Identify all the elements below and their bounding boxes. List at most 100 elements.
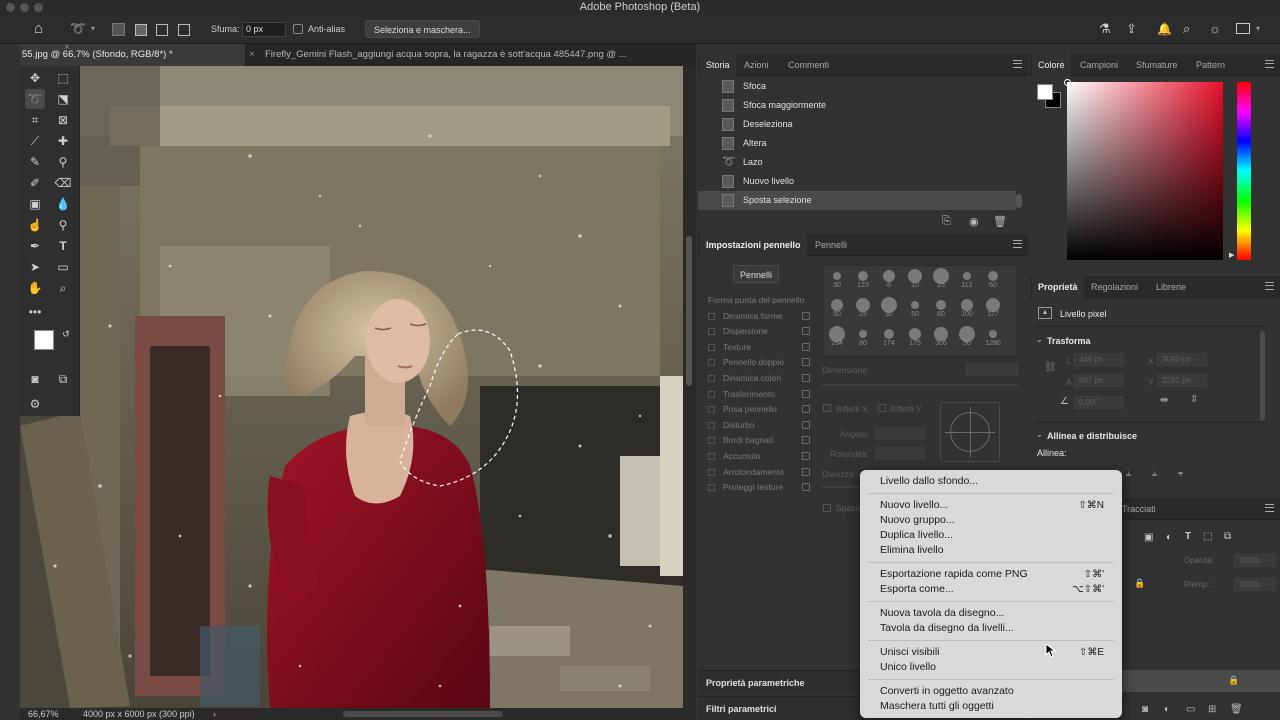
tab-comments[interactable]: Commenti <box>782 54 835 76</box>
brush-tip-preset[interactable] <box>988 271 998 281</box>
gradient-tool-icon[interactable]: ▣ <box>25 194 45 214</box>
close-tab-icon[interactable]: × <box>64 42 70 53</box>
lock-icon[interactable]: 🔒 <box>1228 675 1239 686</box>
brush-tip-shape-option[interactable]: Forma punta del pennello <box>706 293 810 308</box>
horizontal-scroll-thumb[interactable] <box>343 711 503 717</box>
tab-history[interactable]: Storia <box>700 54 736 76</box>
tab-gradients[interactable]: Sfumature <box>1130 54 1184 76</box>
smart-object-filter-icon[interactable]: ⧉ <box>1224 531 1231 542</box>
search-icon[interactable]: ⌕ <box>1183 14 1190 44</box>
workspace-icon[interactable] <box>1236 23 1250 34</box>
rectangle-tool-icon[interactable]: ▭ <box>53 257 73 277</box>
hue-slider-handle[interactable]: ▶ <box>1229 251 1234 259</box>
close-tab-icon[interactable]: × <box>249 49 255 60</box>
brush-tip-preset[interactable] <box>883 270 895 282</box>
option-checkbox[interactable] <box>708 359 715 367</box>
align-icon[interactable]: ⫨ <box>1152 468 1157 479</box>
new-document-from-state-icon[interactable]: ⎘ <box>942 215 951 228</box>
tab-paths[interactable]: Tracciati <box>1116 498 1162 520</box>
menu-item[interactable]: Tavola da disegno da livelli... <box>880 621 1110 636</box>
lock-icon[interactable] <box>802 389 810 398</box>
history-scroll-thumb[interactable] <box>1016 194 1022 208</box>
brush-setting-option[interactable]: Dispersione <box>706 324 810 339</box>
generative-tool-icon[interactable]: ⚙ <box>25 394 45 414</box>
history-item[interactable]: ➰ Lazo <box>698 153 1016 172</box>
angle-input[interactable]: 0,00° <box>1074 396 1124 409</box>
align-icon[interactable]: ⫧ <box>1178 468 1183 479</box>
new-layer-icon[interactable]: ⊞ <box>1208 704 1216 715</box>
background-layer-row[interactable]: 🔒 <box>1120 670 1280 692</box>
menu-item[interactable]: Elimina livello <box>880 543 1110 558</box>
foreground-color-swatch[interactable] <box>1037 84 1053 100</box>
menu-item[interactable]: Duplica livello... <box>880 528 1110 543</box>
spot-healing-tool-icon[interactable]: ✚ <box>53 131 73 151</box>
option-checkbox[interactable] <box>708 390 715 398</box>
tab-properties[interactable]: Proprietà <box>1032 276 1084 298</box>
color-picker-field[interactable] <box>1067 82 1223 260</box>
brush-tip-preset[interactable] <box>833 272 841 280</box>
brush-setting-option[interactable]: Disturbo <box>706 418 810 433</box>
stamp-tool-icon[interactable]: ⚲ <box>53 152 73 172</box>
color-picker-cursor[interactable] <box>1064 79 1071 86</box>
menu-item[interactable]: Maschera tutti gli oggetti <box>880 699 1110 714</box>
flip-horizontal-icon[interactable]: ⇹ <box>1160 395 1168 406</box>
tab-libraries[interactable]: Librerie <box>1150 276 1192 298</box>
feather-input[interactable]: 0 px <box>242 22 286 37</box>
tab-adjustments[interactable]: Regolazioni <box>1085 276 1144 298</box>
flip-y-checkbox[interactable] <box>878 404 886 412</box>
spacing-checkbox[interactable] <box>823 504 831 512</box>
roundness-input[interactable] <box>875 447 925 460</box>
tab-actions[interactable]: Azioni <box>738 54 775 76</box>
select-and-mask-button[interactable]: Seleziona e maschera... <box>365 20 480 38</box>
brush-tip-preset[interactable] <box>936 300 946 310</box>
opacity-input[interactable]: 100% <box>1234 554 1276 567</box>
option-checkbox[interactable] <box>708 375 715 382</box>
x-input[interactable]: 3080 px <box>1157 353 1207 366</box>
smudge-tool-icon[interactable]: ☝ <box>25 215 45 235</box>
chevron-down-icon[interactable]: ▾ <box>91 14 95 44</box>
brush-tip-preset[interactable] <box>856 298 870 312</box>
option-checkbox[interactable] <box>708 437 715 445</box>
brush-tips-grid[interactable]: 30 123 8 10 25 112 60 50 25 30 50 60 100 127 284 80 174 1… <box>822 265 1018 357</box>
lock-icon[interactable] <box>802 467 810 476</box>
frame-tool-icon[interactable]: ⊠ <box>53 110 73 130</box>
brush-tip-preset[interactable] <box>831 299 843 311</box>
dodge-tool-icon[interactable]: ⚲ <box>53 215 73 235</box>
tab-swatches[interactable]: Campioni <box>1074 54 1124 76</box>
document-canvas[interactable] <box>20 66 683 708</box>
tab-color[interactable]: Colore <box>1032 54 1071 76</box>
option-checkbox[interactable] <box>708 484 715 492</box>
blur-tool-icon[interactable]: 💧 <box>53 194 73 214</box>
hand-tool-icon[interactable]: ✋ <box>25 278 45 298</box>
lock-icon[interactable] <box>802 483 810 492</box>
home-icon[interactable]: ⌂ <box>34 14 43 44</box>
subtract-selection-icon[interactable] <box>156 24 168 36</box>
menu-item[interactable]: Esporta come... ⌥⇧⌘' <box>880 582 1110 597</box>
brush-setting-option[interactable]: Dinamica forme <box>706 309 810 324</box>
chevron-right-icon[interactable]: › <box>213 708 216 720</box>
history-item[interactable]: Deseleziona <box>698 115 1016 134</box>
option-checkbox[interactable] <box>708 421 715 429</box>
panel-menu-icon[interactable] <box>1265 282 1274 290</box>
menu-item[interactable]: Unisci visibili ⇧⌘E <box>880 645 1110 660</box>
shape-filter-icon[interactable]: ⬚ <box>1203 531 1212 542</box>
angle-input[interactable] <box>875 427 925 440</box>
menu-item[interactable]: Unico livello <box>880 660 1110 675</box>
panel-menu-icon[interactable] <box>1265 60 1274 68</box>
lock-icon[interactable]: 🔒 <box>1134 578 1145 589</box>
lock-icon[interactable] <box>802 452 810 460</box>
history-brush-tool-icon[interactable]: ✐ <box>25 173 45 193</box>
brush-tip-preset[interactable] <box>989 330 997 338</box>
object-select-tool-icon[interactable]: ⬔ <box>53 89 73 109</box>
flip-x-checkbox[interactable] <box>823 404 831 412</box>
align-icon[interactable]: ⫨ <box>1126 468 1131 479</box>
folder-icon[interactable]: ▭ <box>1186 704 1195 715</box>
mask-icon[interactable]: ◙ <box>1142 704 1148 715</box>
history-item[interactable]: Altera <box>698 134 1016 153</box>
history-item[interactable]: Nuovo livello <box>698 172 1016 191</box>
marquee-tool-icon[interactable]: ⬚ <box>53 68 73 88</box>
option-checkbox[interactable] <box>708 453 715 460</box>
scroll-thumb[interactable] <box>686 236 692 386</box>
antialias-checkbox[interactable] <box>293 24 303 34</box>
properties-scroll-thumb[interactable] <box>1260 331 1265 421</box>
